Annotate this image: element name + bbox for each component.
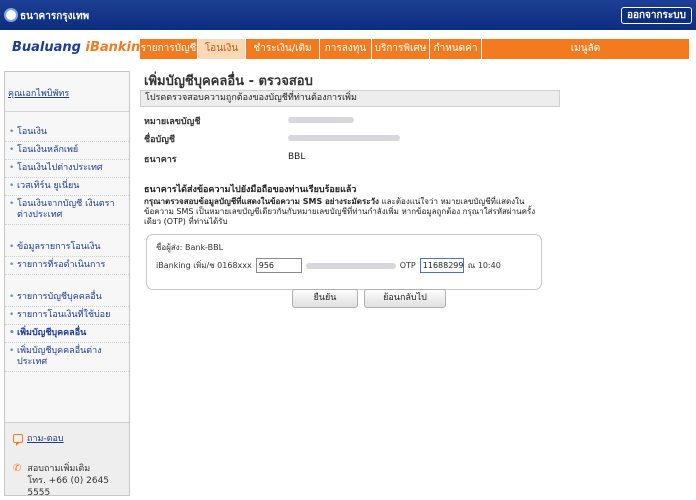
sidebar-menu: • โอนเงิน • โอนเงินหลักเพย์ • โอนเงินไปต่าง… — [5, 120, 129, 372]
bullet-icon: • — [9, 145, 15, 155]
field-account-name: ชื่อบัญชี — [144, 132, 400, 146]
nav-item-transfer[interactable]: โอนเงิน — [198, 39, 246, 59]
bullet-icon: • — [9, 199, 15, 209]
bullet-icon: • — [9, 328, 15, 338]
nav-item-settings[interactable]: กำหนดค่า — [430, 39, 482, 59]
bullet-icon: • — [9, 242, 15, 252]
bank-logo-icon — [4, 8, 18, 22]
sidebar-item-transfer[interactable]: • โอนเงิน — [5, 124, 129, 142]
qa-link[interactable]: ถาม-ตอบ — [13, 431, 64, 446]
ref-field[interactable]: 956 — [255, 258, 302, 273]
otp-time: ณ 10:40 — [467, 261, 501, 270]
nav-item-payment[interactable]: ชำระเงิน/เติมเงิน — [246, 39, 320, 74]
masked-value — [288, 135, 400, 141]
sidebar-item-overseas[interactable]: • โอนเงินไปต่างประเทศ — [5, 160, 129, 178]
sidebar-item-add-account[interactable]: • เพิ่มบัญชีบุคคลอื่น — [5, 325, 129, 343]
sidebar-footer: ถาม-ตอบ ✆ สอบถามเพิ่มเติม โทร. +66 (0) 2… — [5, 422, 129, 498]
nav-item-shortcuts[interactable]: เมนูลัด — [482, 39, 689, 59]
nav-item-invest[interactable]: การลงทุน — [320, 39, 372, 59]
bank-name: ธนาคารกรุงเทพ — [20, 11, 90, 22]
field-label: หมายเลขบัญชี — [144, 117, 201, 127]
logout-button[interactable]: ออกจากระบบ — [620, 7, 692, 24]
sidebar-user-link[interactable]: คุณเอกไพบิพัทร — [5, 72, 129, 112]
chat-bubble-icon — [13, 433, 23, 446]
bullet-icon: • — [9, 127, 15, 137]
sidebar-item-label: รายการโอนเงินที่ใช้บ่อย — [17, 310, 111, 320]
sidebar-item-label: รายการที่รอดำเนินการ — [17, 260, 106, 270]
back-button[interactable]: ย้อนกลับไป — [364, 289, 446, 308]
sidebar-item-label: ข้อมูลรายการโอนเงิน — [17, 242, 101, 252]
sidebar-item-western-union[interactable]: • เวสเทิร์น ยูเนี่ยน — [5, 178, 129, 196]
sms-sent-title: ธนาคารได้ส่งข้อความไปยังมือถือของท่านเรี… — [144, 185, 357, 195]
field-value: BBL — [288, 152, 306, 162]
instruction-bar: โปรดตรวจสอบความถูกต้องของบัญชีที่ท่านต้อ… — [140, 90, 560, 107]
nav-item-accounts[interactable]: รายการบัญชี — [140, 39, 198, 59]
sidebar-item-label: โอนเงินไปต่างประเทศ — [17, 163, 103, 173]
confirm-button[interactable]: ยืนยัน — [292, 289, 358, 308]
sidebar-item-other-accounts[interactable]: • รายการบัญชีบุคคลอื่น — [5, 289, 129, 307]
field-bank: ธนาคาร BBL — [144, 152, 305, 166]
contact-info: ✆ สอบถามเพิ่มเติม โทร. +66 (0) 2645 5555 — [13, 463, 129, 499]
top-bar: ธนาคารกรุงเทพ ออกจากระบบ — [0, 0, 696, 30]
otp-prefix: iBanking เพิ่ม/ช 0168xxx — [156, 261, 252, 270]
main-nav: รายการบัญชี โอนเงิน ชำระเงิน/เติมเงิน กา… — [140, 39, 689, 74]
bullet-icon: • — [9, 181, 15, 191]
field-label: ชื่อบัญชี — [144, 135, 176, 145]
otp-label: OTP — [399, 261, 416, 270]
sms-sender: ชื่อผู้ส่ง: Bank-BBL — [156, 243, 224, 252]
page-title: เพิ่มบัญชีบุคคลอื่น - ตรวจสอบ — [144, 74, 313, 89]
sidebar-item-promptpay[interactable]: • โอนเงินหลักเพย์ — [5, 142, 129, 160]
contact-line-2: โทร. +66 (0) 2645 5555 — [27, 476, 110, 498]
sidebar-item-label: เพิ่มบัญชีบุคคลอื่น — [17, 328, 87, 338]
field-label: ธนาคาร — [144, 155, 177, 165]
sidebar-item-label: เพิ่มบัญชีบุคคลอื่นต่างประเทศ — [17, 346, 102, 367]
sidebar-item-label: รายการบัญชีบุคคลอื่น — [17, 292, 102, 302]
sms-instruction: กรุณาตรวจสอบข้อมูลบัญชีที่แสดงในข้อความ … — [144, 197, 544, 227]
otp-box: ชื่อผู้ส่ง: Bank-BBL iBanking เพิ่ม/ช 01… — [146, 234, 542, 290]
brand-logo[interactable]: Bualuang iBanking — [12, 40, 150, 55]
sidebar-item-label: โอนเงินจากบัญชี เงินตราต่างประเทศ — [17, 199, 115, 220]
action-buttons: ยืนยัน ย้อนกลับไป — [292, 289, 452, 308]
contact-line-1: สอบถามเพิ่มเติม — [27, 464, 91, 474]
sidebar-item-label: โอนเงิน — [17, 127, 48, 137]
otp-row: iBanking เพิ่ม/ช 0168xxx 956 OTP 1168829… — [156, 258, 501, 273]
bullet-icon: • — [9, 292, 15, 302]
bullet-icon: • — [9, 346, 15, 356]
otp-input[interactable]: 11688299 — [419, 258, 464, 273]
bullet-icon: • — [9, 260, 15, 270]
sidebar-item-add-overseas[interactable]: • เพิ่มบัญชีบุคคลอื่นต่างประเทศ — [5, 343, 129, 372]
sidebar-item-pending[interactable]: • รายการที่รอดำเนินการ — [5, 257, 129, 275]
sidebar-item-fcd[interactable]: • โอนเงินจากบัญชี เงินตราต่างประเทศ — [5, 196, 129, 225]
nav-item-special[interactable]: บริการพิเศษ — [372, 39, 430, 59]
bullet-icon: • — [9, 163, 15, 173]
sidebar: คุณเอกไพบิพัทร • โอนเงิน • โอนเงินหลักเพย์… — [4, 71, 130, 498]
phone-icon: ✆ — [13, 463, 22, 474]
sidebar-item-favorites[interactable]: • รายการโอนเงินที่ใช้บ่อย — [5, 307, 129, 325]
sms-instruction-bold: กรุณาตรวจสอบข้อมูลบัญชีที่แสดงในข้อความ … — [144, 197, 379, 206]
qa-label: ถาม-ตอบ — [27, 434, 64, 444]
sidebar-item-history[interactable]: • ข้อมูลรายการโอนเงิน — [5, 239, 129, 257]
sidebar-item-label: เวสเทิร์น ยูเนี่ยน — [17, 181, 80, 191]
field-account-number: หมายเลขบัญชี — [144, 114, 354, 128]
masked-value — [288, 117, 354, 123]
masked-account — [305, 262, 396, 269]
brand-part-1: Bualuang — [12, 40, 86, 55]
sidebar-item-label: โอนเงินหลักเพย์ — [17, 145, 79, 155]
bullet-icon: • — [9, 310, 15, 320]
